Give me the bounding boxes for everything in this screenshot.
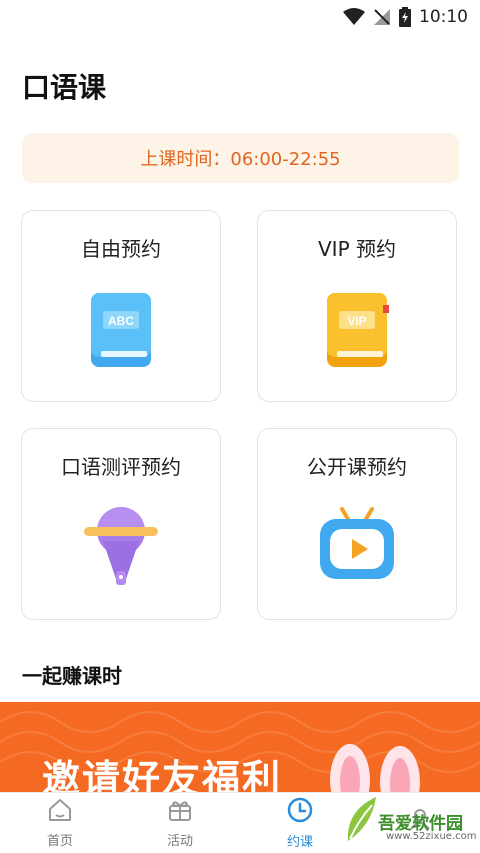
card-title: VIP 预约 — [318, 237, 396, 261]
card-title: 自由预约 — [81, 237, 161, 261]
section-title: 一起赚课时 — [22, 664, 122, 688]
no-signal-icon — [373, 8, 391, 26]
tab-label: 首页 — [46, 833, 73, 849]
gift-icon — [167, 798, 193, 826]
leaf-logo-icon — [347, 797, 376, 841]
card-title: 口语测评预约 — [61, 455, 181, 479]
vip-art-text: VIP — [347, 314, 366, 328]
clock-icon — [287, 797, 313, 827]
abc-art-text: ABC — [108, 314, 134, 328]
site-watermark: 吾爱软件园 www.52zixue.com — [342, 791, 477, 847]
open-class-booking-card[interactable]: 公开课预约 — [257, 428, 457, 620]
schedule-banner: 上课时间：06:00-22:55 — [22, 133, 459, 183]
status-bar: 10:10 — [0, 0, 480, 34]
card-title: 公开课预约 — [307, 455, 407, 479]
tv-play-icon — [258, 501, 456, 591]
battery-charging-icon — [399, 7, 411, 27]
schedule-text: 上课时间：06:00-22:55 — [140, 149, 341, 170]
vip-book-icon: VIP — [258, 283, 456, 373]
tab-activity[interactable]: 活动 — [120, 793, 240, 853]
status-time: 10:10 — [419, 7, 468, 27]
wifi-icon — [343, 8, 365, 26]
invite-friends-banner[interactable]: 邀请好友福利 — [0, 702, 480, 802]
microphone-icon — [22, 501, 220, 591]
assessment-booking-card[interactable]: 口语测评预约 — [21, 428, 221, 620]
tab-label: 活动 — [166, 833, 193, 849]
vip-booking-card[interactable]: VIP 预约 VIP — [257, 210, 457, 402]
home-icon — [47, 798, 73, 826]
abc-book-icon: ABC — [22, 283, 220, 373]
watermark-url: www.52zixue.com — [386, 831, 477, 842]
free-booking-card[interactable]: 自由预约 ABC — [21, 210, 221, 402]
tab-home[interactable]: 首页 — [0, 793, 120, 853]
tab-label: 约课 — [286, 834, 313, 850]
page-title: 口语课 — [22, 71, 107, 104]
